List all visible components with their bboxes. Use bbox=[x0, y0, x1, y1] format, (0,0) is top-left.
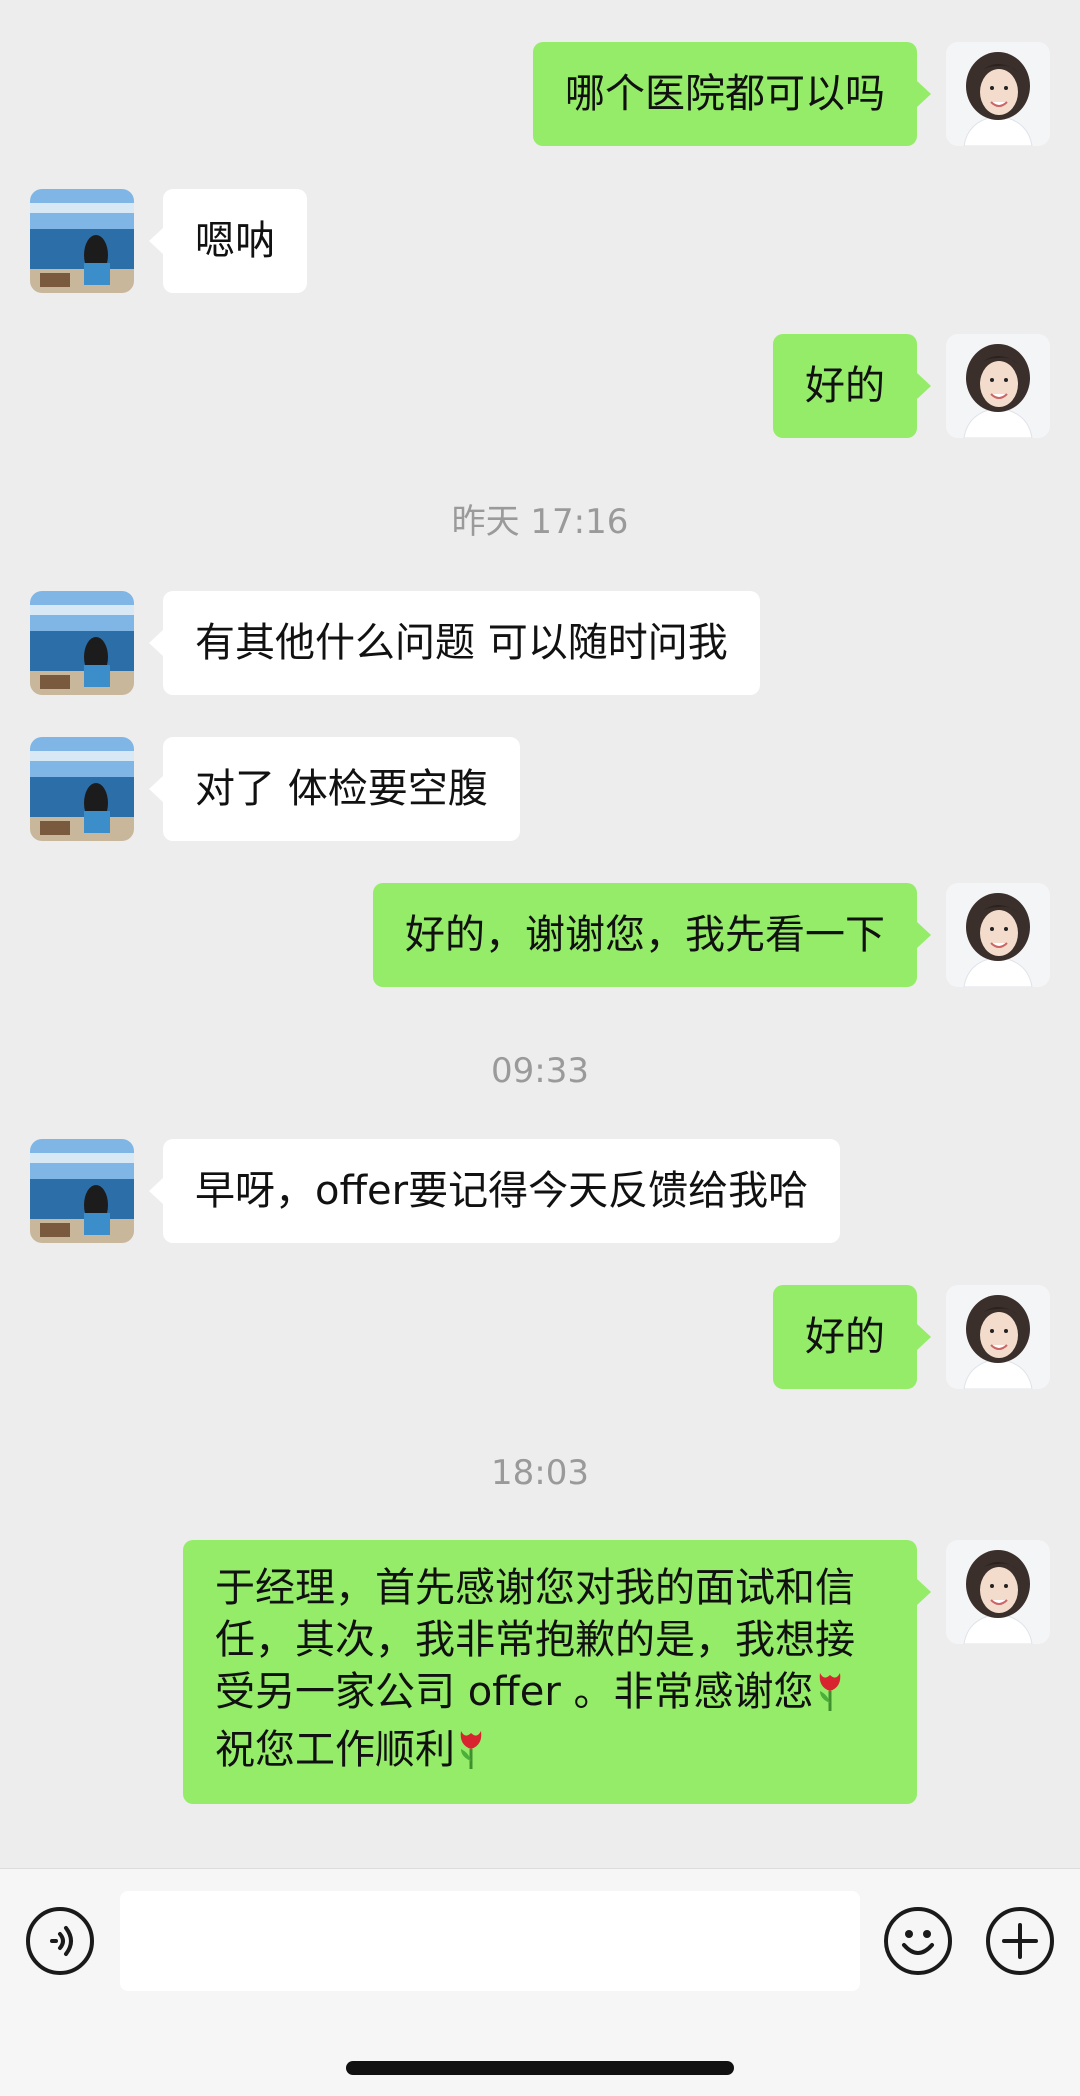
message-bubble-other[interactable]: 对了 体检要空腹 bbox=[149, 737, 520, 841]
chat-area: 哪个医院都可以吗 嗯呐 好的 昨天 17:16 有其他什么问题 可以随时问我 对… bbox=[0, 0, 1080, 1868]
message-input[interactable] bbox=[120, 1891, 860, 1991]
contact-avatar[interactable] bbox=[30, 737, 134, 841]
contact-avatar[interactable] bbox=[30, 189, 134, 293]
timestamp: 09:33 bbox=[491, 1051, 589, 1091]
message-text: 祝您工作顺利 bbox=[215, 1727, 455, 1773]
timestamp: 昨天 17:16 bbox=[451, 502, 629, 542]
self-avatar[interactable] bbox=[946, 42, 1050, 146]
message-bubble-self[interactable]: 好的，谢谢您，我先看一下 bbox=[373, 883, 931, 987]
tulip-icon bbox=[455, 1727, 487, 1782]
tulip-icon bbox=[814, 1669, 846, 1724]
voice-icon[interactable] bbox=[26, 1907, 94, 1975]
input-bar bbox=[0, 1868, 1080, 2096]
message-bubble-self[interactable]: 好的 bbox=[773, 1285, 931, 1389]
message-bubble-other[interactable]: 有其他什么问题 可以随时问我 bbox=[149, 591, 760, 695]
message-bubble-other[interactable]: 嗯呐 bbox=[149, 189, 307, 293]
message-bubble-self[interactable]: 于经理，首先感谢您对我的面试和信任，其次，我非常抱歉的是，我想接受另一家公司 o… bbox=[183, 1540, 931, 1804]
self-avatar[interactable] bbox=[946, 883, 1050, 987]
message-bubble-other[interactable]: 早呀，offer要记得今天反馈给我哈 bbox=[148, 1139, 841, 1243]
contact-avatar[interactable] bbox=[30, 1139, 134, 1243]
message-text: 于经理，首先感谢您对我的面试和信任，其次，我非常抱歉的是，我想接受另一家公司 o… bbox=[215, 1565, 855, 1715]
self-avatar[interactable] bbox=[946, 1285, 1050, 1389]
timestamp: 18:03 bbox=[491, 1453, 589, 1493]
message-bubble-self[interactable]: 好的 bbox=[773, 334, 931, 438]
self-avatar[interactable] bbox=[946, 1540, 1050, 1644]
emoji-icon[interactable] bbox=[884, 1907, 952, 1975]
contact-avatar[interactable] bbox=[30, 591, 134, 695]
home-indicator[interactable] bbox=[346, 2061, 734, 2075]
plus-icon[interactable] bbox=[986, 1907, 1054, 1975]
message-bubble-self[interactable]: 哪个医院都可以吗 bbox=[533, 42, 931, 146]
self-avatar[interactable] bbox=[946, 334, 1050, 438]
